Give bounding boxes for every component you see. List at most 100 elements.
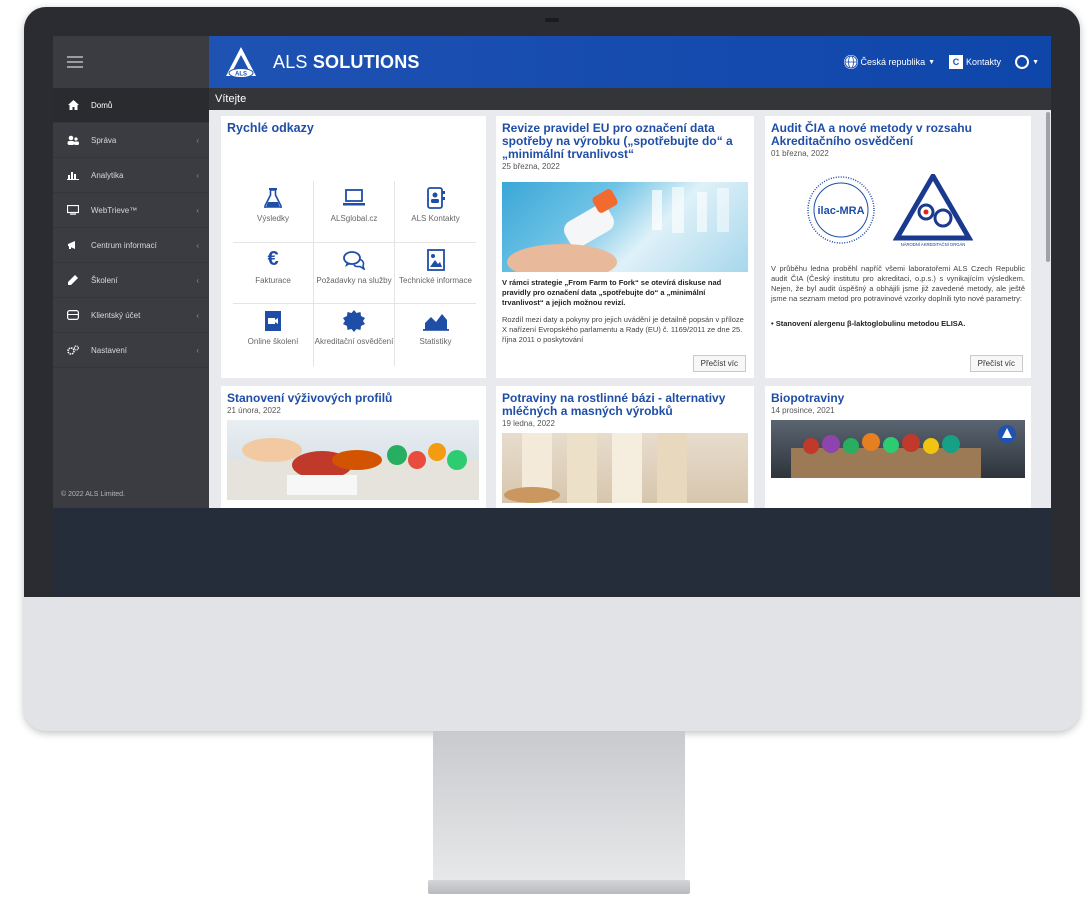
page-title: Vítejte (209, 88, 1051, 110)
news-image (227, 420, 479, 500)
contacts-link[interactable]: C Kontakty (949, 55, 1001, 69)
chevron-left-icon: ‹ (196, 275, 199, 285)
sidebar-item-home[interactable]: Domů (53, 88, 209, 123)
news-card[interactable]: Biopotraviny 14 prosince, 2021 (765, 386, 1031, 508)
ilac-mra-logo: ilac-MRA (805, 174, 877, 246)
sidebar-item-management[interactable]: Správa ‹ (53, 123, 209, 158)
news-card[interactable]: Potraviny na rostlinné bázi - alternativ… (496, 386, 754, 508)
megaphone-icon (67, 239, 79, 251)
news-image (771, 420, 1025, 478)
home-icon (67, 99, 79, 111)
news-body: V průběhu ledna proběhl napříč všemi lab… (771, 264, 1025, 303)
news-title[interactable]: Stanovení výživových profilů (227, 392, 480, 405)
national-accreditation-logo: NÁRODNÍ AKREDITAČNÍ ORGÁN (892, 171, 974, 250)
quick-link-alsglobal[interactable]: ALSglobal.cz (314, 181, 395, 243)
als-logo[interactable]: ALS (223, 44, 259, 80)
news-date: 19 ledna, 2022 (502, 419, 555, 428)
user-avatar-icon (1015, 55, 1030, 69)
news-card[interactable]: Audit ČIA a nové metody v rozsahu Akredi… (765, 116, 1031, 378)
brand-prefix: ALS (273, 51, 308, 72)
brand-bar: ALS ALS SOLUTIONS Česká republika ▼ C Ko… (209, 36, 1051, 88)
euro-icon: € (267, 248, 279, 271)
sidebar-item-label: Centrum informací (91, 240, 157, 250)
laptop-icon (341, 187, 367, 209)
sidebar-item-label: Správa (91, 135, 117, 145)
pen-icon (67, 274, 79, 286)
video-file-icon (260, 310, 286, 332)
certificate-seal-icon (341, 310, 367, 333)
quick-link-label: Akreditační osvědčení (314, 337, 394, 347)
main-content: Rychlé odkazy Výsledky ALSglobal.cz ALS … (209, 110, 1051, 508)
country-label: Česká republika (860, 57, 926, 67)
news-image (502, 433, 748, 503)
news-date: 25 března, 2022 (502, 162, 560, 171)
news-bullet: • Stanovení alergenu β-laktoglobulinu me… (771, 319, 966, 328)
sidebar-item-training[interactable]: Školení ‹ (53, 263, 209, 298)
quick-link-label: Fakturace (255, 275, 291, 285)
quick-link-label: Statistiky (419, 337, 452, 347)
ilac-logo-text: ilac-MRA (817, 205, 864, 217)
sidebar-item-label: Školení (91, 275, 118, 285)
screen-lower-area (53, 508, 1051, 596)
chevron-left-icon: ‹ (196, 240, 199, 250)
monitor-foot (428, 880, 690, 894)
news-title[interactable]: Potraviny na rostlinné bázi - alternativ… (502, 392, 748, 418)
accreditation-logo-caption: NÁRODNÍ AKREDITAČNÍ ORGÁN (901, 242, 966, 247)
quick-link-results[interactable]: Výsledky (233, 181, 314, 243)
news-date: 14 prosince, 2021 (771, 406, 835, 415)
sidebar-item-label: Analytika (91, 170, 124, 180)
chevron-left-icon: ‹ (196, 345, 199, 355)
news-title[interactable]: Biopotraviny (771, 392, 1025, 405)
news-title[interactable]: Audit ČIA a nové metody v rozsahu Akredi… (771, 122, 1025, 148)
bar-chart-icon (67, 169, 79, 181)
quick-link-label: Požadavky na služby (316, 275, 392, 285)
sidebar-item-settings[interactable]: Nastavení ‹ (53, 333, 209, 368)
quick-link-online-training[interactable]: Online školení (233, 304, 314, 366)
news-image (502, 182, 748, 280)
sidebar-item-info-center[interactable]: Centrum informací ‹ (53, 228, 209, 263)
sidebar-item-label: WebTrieve™ (91, 205, 138, 215)
quick-link-label: ALSglobal.cz (330, 214, 378, 223)
contacts-label: Kontakty (966, 57, 1002, 67)
quick-link-statistics[interactable]: Statistiky (395, 304, 476, 366)
sidebar: Domů Správa ‹ Analytika ‹ WebTrieve™ ‹ C… (53, 88, 209, 508)
quick-link-invoicing[interactable]: € Fakturace (233, 242, 314, 305)
chevron-left-icon: ‹ (196, 205, 199, 215)
quick-link-label: Výsledky (256, 214, 289, 223)
chat-icon (341, 249, 367, 271)
quick-link-label: Technické informace (399, 275, 472, 285)
user-menu[interactable]: ▼ (1015, 55, 1039, 69)
news-title[interactable]: Revize pravidel EU pro označení data spo… (502, 122, 748, 161)
news-card[interactable]: Stanovení výživových profilů 21 února, 2… (221, 386, 486, 508)
news-card[interactable]: Revize pravidel EU pro označení data spo… (496, 116, 754, 378)
quick-links-card: Rychlé odkazy Výsledky ALSglobal.cz ALS … (221, 116, 486, 378)
hamburger-menu-icon[interactable] (67, 56, 83, 68)
scrollbar[interactable] (1046, 112, 1050, 262)
news-date: 01 března, 2022 (771, 149, 829, 158)
news-bullet-text: Stanovení alergenu β-laktoglobulinu meto… (775, 319, 966, 328)
box-icon (67, 309, 79, 321)
users-icon (67, 134, 79, 146)
quick-links-grid: Výsledky ALSglobal.cz ALS Kontakty € Fak… (233, 181, 476, 366)
chevron-left-icon: ‹ (196, 170, 199, 180)
contact-book-icon (423, 187, 449, 209)
read-more-button[interactable]: Přečíst víc (969, 355, 1023, 372)
sidebar-item-webtrieve[interactable]: WebTrieve™ ‹ (53, 193, 209, 228)
brand-main: SOLUTIONS (312, 51, 420, 72)
sidebar-item-analytics[interactable]: Analytika ‹ (53, 158, 209, 193)
news-lead-text: V rámci strategie „From Farm to Fork“ se… (502, 278, 722, 307)
news-date: 21 února, 2022 (227, 406, 281, 415)
gears-icon (67, 344, 79, 356)
chevron-left-icon: ‹ (196, 135, 199, 145)
flask-icon (260, 187, 286, 209)
camera (545, 18, 559, 22)
read-more-button[interactable]: Přečíst víc (692, 355, 746, 372)
country-selector[interactable]: Česká republika ▼ (843, 55, 935, 69)
quick-link-service-requests[interactable]: Požadavky na služby (314, 242, 395, 305)
sidebar-item-client-account[interactable]: Klientský účet ‹ (53, 298, 209, 333)
monitor-icon (67, 204, 79, 216)
quick-link-technical-info[interactable]: Technické informace (395, 243, 476, 305)
chevron-down-icon: ▼ (1032, 58, 1039, 66)
quick-link-accreditation[interactable]: Akreditační osvědčení (314, 304, 395, 366)
quick-link-contacts[interactable]: ALS Kontakty (395, 181, 476, 243)
